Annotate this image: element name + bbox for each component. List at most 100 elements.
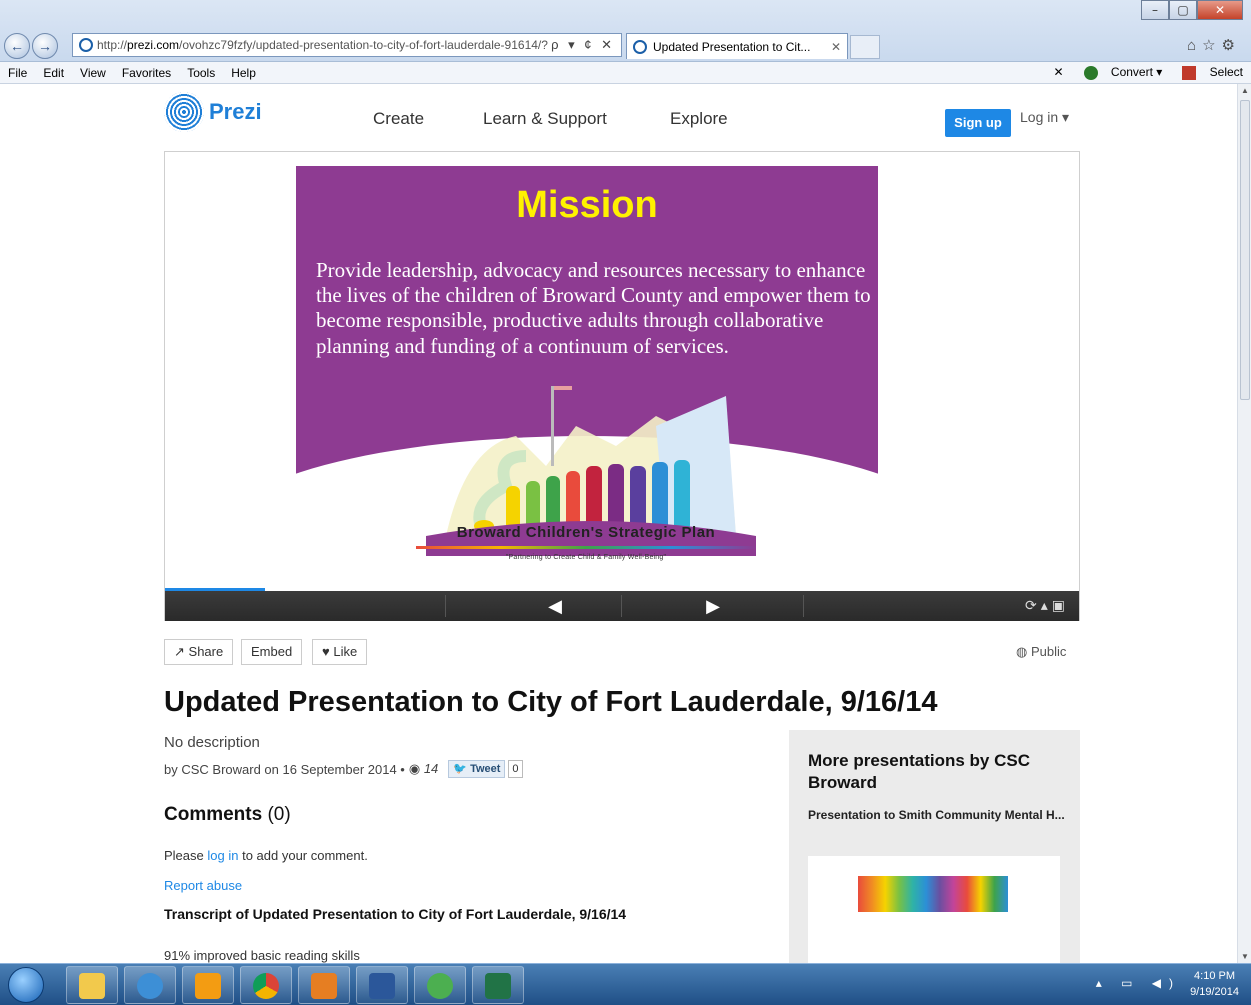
- menu-tools[interactable]: Tools: [179, 66, 223, 80]
- description: No description: [164, 734, 260, 751]
- forward-button[interactable]: →: [32, 33, 58, 59]
- menu-favorites[interactable]: Favorites: [114, 66, 179, 80]
- vertical-scrollbar[interactable]: ▲ ▼: [1237, 84, 1251, 963]
- back-button[interactable]: ←: [4, 33, 30, 59]
- tweet-button[interactable]: 🐦 Tweet: [448, 760, 506, 778]
- menu-edit[interactable]: Edit: [35, 66, 72, 80]
- forward-arrow-icon: →: [38, 38, 52, 54]
- related-presentation-title[interactable]: Presentation to Smith Community Mental H…: [808, 806, 1068, 825]
- url-host: prezi.com: [127, 38, 180, 52]
- system-tray-icons[interactable]: ▴ ▭ ◀): [1096, 976, 1181, 990]
- close-window-button[interactable]: ✕: [1197, 0, 1243, 20]
- scroll-up-icon[interactable]: ▲: [1241, 86, 1249, 95]
- page-title: Updated Presentation to City of Fort Lau…: [164, 686, 938, 718]
- separator: [621, 595, 622, 617]
- folder-icon: [79, 973, 105, 999]
- prezi-logo-icon: [164, 92, 204, 132]
- separator: [445, 595, 446, 617]
- toolbar-close-icon[interactable]: ✕: [1054, 65, 1064, 79]
- media-player-icon: [311, 973, 337, 999]
- tweet-count: 0: [508, 760, 523, 778]
- address-tools-icons[interactable]: ρ ▾ ¢ ✕: [551, 37, 621, 53]
- visibility-status: ◍ Public: [1016, 644, 1066, 660]
- select-label: Select: [1209, 65, 1243, 80]
- maximize-button[interactable]: ▢: [1169, 0, 1197, 20]
- share-icon: ↗: [174, 644, 185, 659]
- outlook-taskbar-button[interactable]: [182, 966, 234, 1004]
- prezi-favicon-icon: [633, 39, 647, 54]
- home-favorites-settings-icons[interactable]: ⌂☆⚙: [1187, 36, 1241, 54]
- browser-chrome: – ▢ ✕ ← → http://prezi.com/ovohzc79fzfy/…: [0, 0, 1251, 62]
- brand-name: Prezi: [209, 99, 262, 124]
- slide-body: Provide leadership, advocacy and resourc…: [316, 258, 871, 358]
- globe-icon: ◍: [1016, 644, 1028, 659]
- sign-up-button[interactable]: Sign up: [945, 109, 1011, 137]
- logo-subtitle: "Partnering to Create Child & Family Wel…: [505, 554, 667, 561]
- word-taskbar-button[interactable]: [356, 966, 408, 1004]
- start-button[interactable]: [8, 967, 44, 1003]
- logo-title: Broward Children's Strategic Plan: [456, 524, 716, 541]
- report-abuse-link[interactable]: Report abuse: [164, 878, 242, 893]
- tab-prezi[interactable]: Updated Presentation to Cit... ✕: [626, 33, 848, 59]
- url-path: /ovohzc79fzfy/updated-presentation-to-ci…: [179, 38, 548, 52]
- page-viewport: Prezi Create Learn & Support Explore Sig…: [0, 84, 1237, 963]
- menu-file[interactable]: File: [0, 66, 35, 80]
- eye-icon: ◉: [408, 761, 421, 776]
- prezi-logo[interactable]: Prezi: [164, 92, 262, 132]
- clock-time: 4:10 PM: [1194, 970, 1236, 982]
- previous-button[interactable]: ◀: [465, 591, 645, 621]
- embed-button[interactable]: Embed: [241, 639, 303, 665]
- nav-explore[interactable]: Explore: [670, 109, 728, 129]
- share-button[interactable]: ↗ Share: [164, 639, 234, 665]
- convert-label: Convert: [1110, 65, 1153, 80]
- log-in-link[interactable]: Log in ▾: [1020, 109, 1069, 126]
- fullscreen-icon[interactable]: ▣: [1052, 597, 1069, 613]
- convert-button[interactable]: Convert ▾: [1074, 65, 1162, 80]
- minimize-button[interactable]: –: [1141, 0, 1169, 20]
- nav-create[interactable]: Create: [373, 109, 424, 129]
- media-taskbar-button[interactable]: [298, 966, 350, 1004]
- nav-learn-support[interactable]: Learn & Support: [483, 109, 607, 129]
- like-button[interactable]: ♥ Like: [312, 639, 368, 665]
- author-date: by CSC Broward on 16 September 2014 •: [164, 761, 405, 777]
- menu-help[interactable]: Help: [223, 66, 264, 80]
- clock[interactable]: 4:10 PM 9/19/2014: [1190, 968, 1239, 1000]
- scrollbar-thumb[interactable]: [1240, 100, 1250, 400]
- tab-close-icon[interactable]: ✕: [831, 40, 847, 54]
- comment-note-suffix: to add your comment.: [242, 848, 368, 863]
- taskbar: ▴ ▭ ◀) 4:10 PM 9/19/2014: [0, 963, 1251, 1005]
- toolbar-addons: ✕ Convert ▾ Select: [1044, 65, 1251, 80]
- player-controls: ◀ ▶ ⟳▴▣: [165, 591, 1079, 621]
- logo-rule: [416, 546, 756, 549]
- new-tab-button[interactable]: [850, 35, 880, 59]
- byline: by CSC Broward on 16 September 2014 • ◉ …: [164, 760, 523, 778]
- excel-taskbar-button[interactable]: [472, 966, 524, 1004]
- app-taskbar-button[interactable]: [414, 966, 466, 1004]
- share-label: Share: [188, 644, 224, 659]
- address-bar[interactable]: http://prezi.com/ovohzc79fzfy/updated-pr…: [72, 33, 622, 57]
- chrome-icon: [253, 973, 279, 999]
- nav-buttons: ← →: [4, 32, 60, 60]
- comment-login-link[interactable]: log in: [207, 848, 238, 863]
- scroll-down-icon[interactable]: ▼: [1241, 952, 1249, 961]
- menu-view[interactable]: View: [72, 66, 114, 80]
- convert-icon: [1083, 65, 1098, 80]
- title-bar: – ▢ ✕: [0, 0, 1251, 32]
- comment-login-note: Please log in to add your comment.: [164, 848, 368, 863]
- comments-count: (0): [267, 804, 291, 825]
- chrome-taskbar-button[interactable]: [240, 966, 292, 1004]
- view-count: ◉ 14: [409, 761, 438, 777]
- url-prefix: http://: [97, 38, 128, 52]
- prezi-favicon-icon: [79, 38, 93, 52]
- autoplay-icon[interactable]: ⟳▴: [1025, 597, 1052, 613]
- related-presentation-thumbnail[interactable]: [808, 856, 1060, 963]
- arrow-left-icon: ◀: [548, 596, 562, 616]
- next-button[interactable]: ▶: [623, 591, 803, 621]
- player-settings-fullscreen[interactable]: ⟳▴▣: [1025, 597, 1069, 614]
- presentation-player[interactable]: Mission Provide leadership, advocacy and…: [164, 151, 1080, 621]
- select-button[interactable]: Select: [1172, 65, 1243, 80]
- outlook-icon: [195, 973, 221, 999]
- explorer-taskbar-button[interactable]: [66, 966, 118, 1004]
- internet-explorer-taskbar-button[interactable]: [124, 966, 176, 1004]
- separator: [803, 595, 804, 617]
